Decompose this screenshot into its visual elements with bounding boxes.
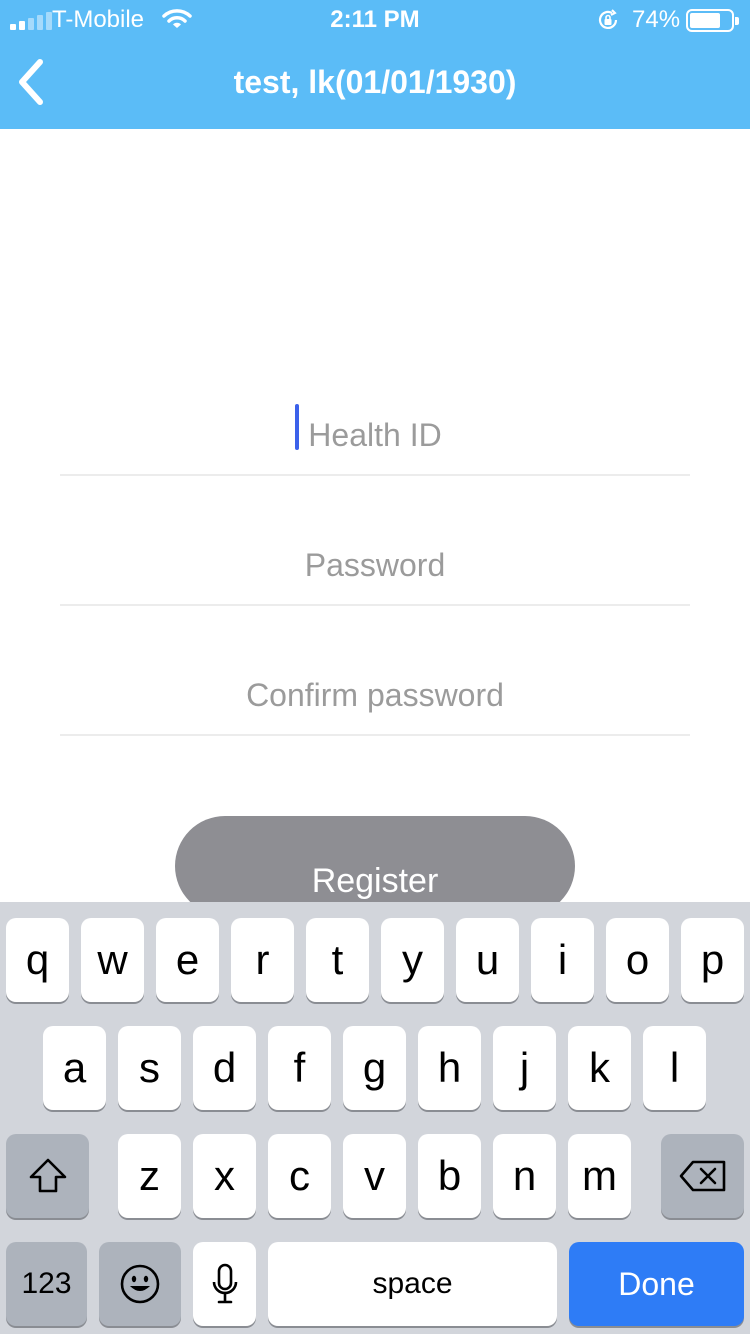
health-id-field[interactable]	[60, 396, 690, 476]
key-y[interactable]: y	[381, 918, 444, 1002]
emoji-icon	[120, 1264, 160, 1304]
register-button[interactable]: Register	[175, 816, 575, 916]
key-i[interactable]: i	[531, 918, 594, 1002]
confirm-password-input[interactable]	[60, 656, 690, 734]
key-e[interactable]: e	[156, 918, 219, 1002]
key-l[interactable]: l	[643, 1026, 706, 1110]
page-title: test, lk(01/01/1930)	[233, 64, 517, 100]
microphone-icon	[212, 1263, 237, 1304]
key-k[interactable]: k	[568, 1026, 631, 1110]
orientation-lock-icon	[596, 8, 620, 39]
password-field[interactable]	[60, 526, 690, 606]
key-v[interactable]: v	[343, 1134, 406, 1218]
delete-key[interactable]	[661, 1134, 744, 1218]
shift-arrow-icon	[29, 1158, 66, 1193]
key-q[interactable]: q	[6, 918, 69, 1002]
emoji-key[interactable]	[99, 1242, 181, 1326]
dictation-key[interactable]	[193, 1242, 256, 1326]
navigation-header: T-Mobile 2:11 PM 74% test, lk(01/01/1930…	[0, 0, 750, 129]
on-screen-keyboard: q w e r t y u i o p a s d f g h j k l z …	[0, 902, 750, 1334]
key-a[interactable]: a	[43, 1026, 106, 1110]
key-d[interactable]: d	[193, 1026, 256, 1110]
key-u[interactable]: u	[456, 918, 519, 1002]
key-h[interactable]: h	[418, 1026, 481, 1110]
key-t[interactable]: t	[306, 918, 369, 1002]
key-b[interactable]: b	[418, 1134, 481, 1218]
key-s[interactable]: s	[118, 1026, 181, 1110]
key-p[interactable]: p	[681, 918, 744, 1002]
key-o[interactable]: o	[606, 918, 669, 1002]
status-bar: T-Mobile 2:11 PM 74%	[0, 0, 750, 40]
key-j[interactable]: j	[493, 1026, 556, 1110]
backspace-icon	[679, 1160, 725, 1192]
key-c[interactable]: c	[268, 1134, 331, 1218]
key-z[interactable]: z	[118, 1134, 181, 1218]
key-f[interactable]: f	[268, 1026, 331, 1110]
password-input[interactable]	[60, 526, 690, 604]
battery-percent: 74%	[632, 6, 681, 33]
space-key[interactable]: space	[268, 1242, 557, 1326]
shift-key[interactable]	[6, 1134, 89, 1218]
numbers-key[interactable]: 123	[6, 1242, 87, 1326]
key-x[interactable]: x	[193, 1134, 256, 1218]
done-key[interactable]: Done	[569, 1242, 744, 1326]
confirm-password-field[interactable]	[60, 656, 690, 736]
key-r[interactable]: r	[231, 918, 294, 1002]
health-id-input[interactable]	[60, 396, 690, 474]
battery-icon	[686, 9, 739, 32]
key-g[interactable]: g	[343, 1026, 406, 1110]
text-cursor	[295, 404, 299, 450]
key-w[interactable]: w	[81, 918, 144, 1002]
key-n[interactable]: n	[493, 1134, 556, 1218]
key-m[interactable]: m	[568, 1134, 631, 1218]
